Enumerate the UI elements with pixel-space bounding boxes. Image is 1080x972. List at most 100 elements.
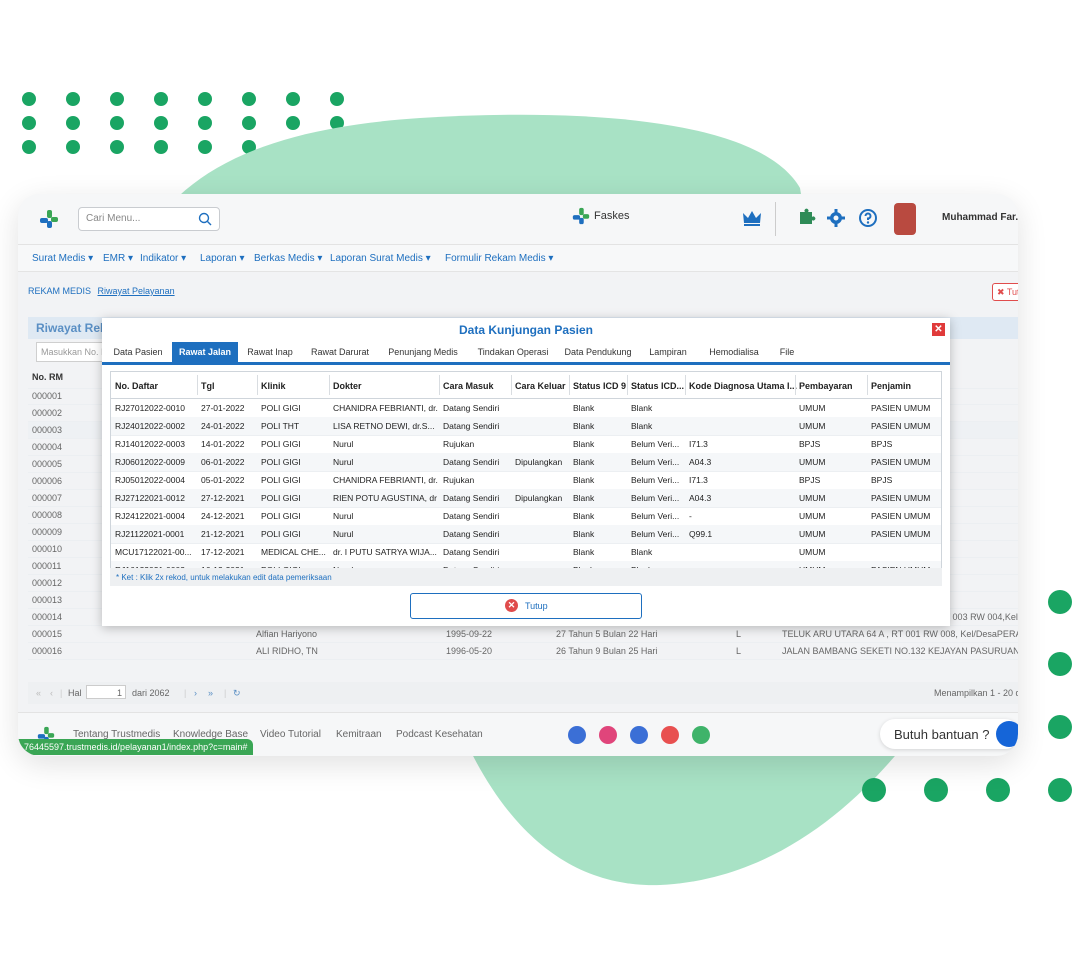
visit-cell: Blank xyxy=(573,475,595,485)
footer-link-kemitraan[interactable]: Kemitraan xyxy=(336,729,382,740)
decorative-dot xyxy=(1048,652,1072,676)
next-page-icon[interactable]: › xyxy=(194,688,197,698)
col-header[interactable]: No. Daftar xyxy=(115,381,199,391)
col-divider[interactable] xyxy=(627,375,628,395)
menu-surat-medis[interactable]: Surat Medis ▾ xyxy=(32,253,93,264)
visit-table-row[interactable]: RJ24122021-0004 24-12-2021 POLI GIGI Nurul D… xyxy=(111,507,941,526)
col-divider[interactable] xyxy=(795,375,796,395)
close-button[interactable]: ✕ Tutup xyxy=(410,593,642,619)
menu-indikator[interactable]: Indikator ▾ xyxy=(140,253,186,264)
visit-cell: UMUM xyxy=(799,493,826,503)
whatsapp-icon[interactable] xyxy=(692,726,710,744)
avatar[interactable] xyxy=(894,203,916,235)
col-divider[interactable] xyxy=(439,375,440,395)
col-divider[interactable] xyxy=(685,375,686,395)
visit-cell: 21-12-2021 xyxy=(201,529,245,539)
col-divider[interactable] xyxy=(867,375,868,395)
col-header[interactable]: Cara Masuk xyxy=(443,381,513,391)
chat-icon[interactable] xyxy=(996,721,1018,747)
refresh-icon[interactable]: ↻ xyxy=(233,688,241,699)
menu-berkas-medis[interactable]: Berkas Medis ▾ xyxy=(254,253,322,264)
visit-cell: Dipulangkan xyxy=(515,457,563,467)
tab-rawat-inap[interactable]: Rawat Inap xyxy=(242,342,298,362)
col-header[interactable]: Status ICD 9 xyxy=(573,381,629,391)
visit-cell: 27-01-2022 xyxy=(201,403,245,413)
riwayat-table-row[interactable]: 000015 Alfian Hariyono 1995-09-22 27 Tahun … xyxy=(28,626,1018,643)
col-header[interactable]: Klinik xyxy=(261,381,331,391)
col-header[interactable]: Pembayaran xyxy=(799,381,869,391)
table-note: * Ket : Klik 2x rekod, untuk melakukan e… xyxy=(110,568,942,586)
user-name[interactable]: Muhammad Far... xyxy=(942,212,1018,223)
riwayat-cell-rm: 000015 xyxy=(32,629,63,639)
footer-link-video-tutorial[interactable]: Video Tutorial xyxy=(260,729,321,740)
visit-table-row[interactable]: MCU17122021-00... 17-12-2021 MEDICAL CHE..… xyxy=(111,543,941,562)
tab-data-pendukung[interactable]: Data Pendukung xyxy=(562,342,634,362)
tab-hemodialisa[interactable]: Hemodialisa xyxy=(702,342,766,362)
col-divider[interactable] xyxy=(197,375,198,395)
col-header[interactable]: Cara Keluar xyxy=(515,381,571,391)
search-icon[interactable] xyxy=(197,211,213,227)
visit-cell: Datang Sendiri xyxy=(443,421,500,431)
col-header[interactable]: Kode Diagnosa Utama I... xyxy=(689,381,797,391)
visit-table-row[interactable]: RJ27122021-0012 27-12-2021 POLI GIGI RIEN P… xyxy=(111,489,941,508)
col-divider[interactable] xyxy=(257,375,258,395)
col-divider[interactable] xyxy=(329,375,330,395)
col-header[interactable]: Status ICD... xyxy=(631,381,687,391)
riwayat-cell-rm: 000016 xyxy=(32,646,63,656)
visit-table-row[interactable]: RJ21122021-0001 21-12-2021 POLI GIGI Nurul D… xyxy=(111,525,941,544)
first-page-icon[interactable]: « xyxy=(36,688,41,698)
col-no-rm: No. RM xyxy=(32,372,63,382)
col-divider[interactable] xyxy=(569,375,570,395)
close-tab-button[interactable]: ✖ Tut xyxy=(992,283,1018,301)
menu-laporan[interactable]: Laporan ▾ xyxy=(200,253,245,264)
tab-lampiran[interactable]: Lampiran xyxy=(642,342,694,362)
visit-table-row[interactable]: RJ24012022-0002 24-01-2022 POLI THT LISA RE… xyxy=(111,417,941,436)
menu-emr[interactable]: EMR ▾ xyxy=(103,253,133,264)
menu-laporan-surat-medis[interactable]: Laporan Surat Medis ▾ xyxy=(330,253,431,264)
visit-cell: UMUM xyxy=(799,547,826,557)
visit-cell: UMUM xyxy=(799,403,826,413)
visit-cell: 27-12-2021 xyxy=(201,493,245,503)
visit-cell: Belum Veri... xyxy=(631,475,680,485)
tab-tindakan-operasi[interactable]: Tindakan Operasi xyxy=(472,342,554,362)
tab-penunjang-medis[interactable]: Penunjang Medis xyxy=(382,342,464,362)
help-icon[interactable] xyxy=(858,208,878,228)
tab-file[interactable]: File xyxy=(774,342,800,362)
rm-search-input[interactable]: Masukkan No. I xyxy=(36,342,108,362)
visit-cell: RIEN POTU AGUSTINA, dr xyxy=(333,493,437,503)
gear-icon[interactable] xyxy=(826,208,846,228)
visit-cell: I71.3 xyxy=(689,475,708,485)
faskes-label[interactable]: Faskes xyxy=(594,210,629,222)
col-header[interactable]: Dokter xyxy=(333,381,441,391)
puzzle-icon[interactable] xyxy=(796,208,816,228)
tab-rawat-jalan[interactable]: Rawat Jalan xyxy=(172,342,238,362)
page-number-input[interactable]: 1 xyxy=(86,685,126,699)
youtube-icon[interactable] xyxy=(661,726,679,744)
facebook-icon[interactable] xyxy=(568,726,586,744)
visit-table-row[interactable]: RJ27012022-0010 27-01-2022 POLI GIGI CHANID… xyxy=(111,399,941,418)
tab-rawat-darurat[interactable]: Rawat Darurat xyxy=(306,342,374,362)
last-page-icon[interactable]: » xyxy=(208,688,213,698)
crown-icon[interactable] xyxy=(742,210,762,226)
prev-page-icon[interactable]: ‹ xyxy=(50,688,53,698)
col-divider[interactable] xyxy=(511,375,512,395)
visit-table-row[interactable]: RJ05012022-0004 05-01-2022 POLI GIGI CHANID… xyxy=(111,471,941,490)
help-chat-button[interactable]: Butuh bantuan ? xyxy=(880,719,1018,749)
col-header[interactable]: Tgl xyxy=(201,381,259,391)
modal-close-icon[interactable]: ✕ xyxy=(932,323,945,336)
menu-search-input[interactable]: Cari Menu... xyxy=(78,207,220,231)
visit-cell: dr. I PUTU SATRYA WIJA... xyxy=(333,547,437,557)
decorative-dot xyxy=(1048,778,1072,802)
linkedin-icon[interactable] xyxy=(630,726,648,744)
menu-formulir-rekam-medis[interactable]: Formulir Rekam Medis ▾ xyxy=(445,253,553,264)
breadcrumb-current[interactable]: Riwayat Pelayanan xyxy=(98,286,175,296)
instagram-icon[interactable] xyxy=(599,726,617,744)
footer-link-podcast[interactable]: Podcast Kesehatan xyxy=(396,729,483,740)
visit-cell: POLI GIGI xyxy=(261,403,301,413)
visit-cell: PASIEN UMUM xyxy=(871,493,931,503)
riwayat-table-row[interactable]: 000016 ALI RIDHO, TN 1996-05-20 26 Tahun 9 … xyxy=(28,643,1018,660)
tab-data-pasien[interactable]: Data Pasien xyxy=(108,342,168,362)
col-header[interactable]: Penjamin xyxy=(871,381,939,391)
visit-table-row[interactable]: RJ06012022-0009 06-01-2022 POLI GIGI Nurul D… xyxy=(111,453,941,472)
visit-table-row[interactable]: RJ14012022-0003 14-01-2022 POLI GIGI Nurul R… xyxy=(111,435,941,454)
